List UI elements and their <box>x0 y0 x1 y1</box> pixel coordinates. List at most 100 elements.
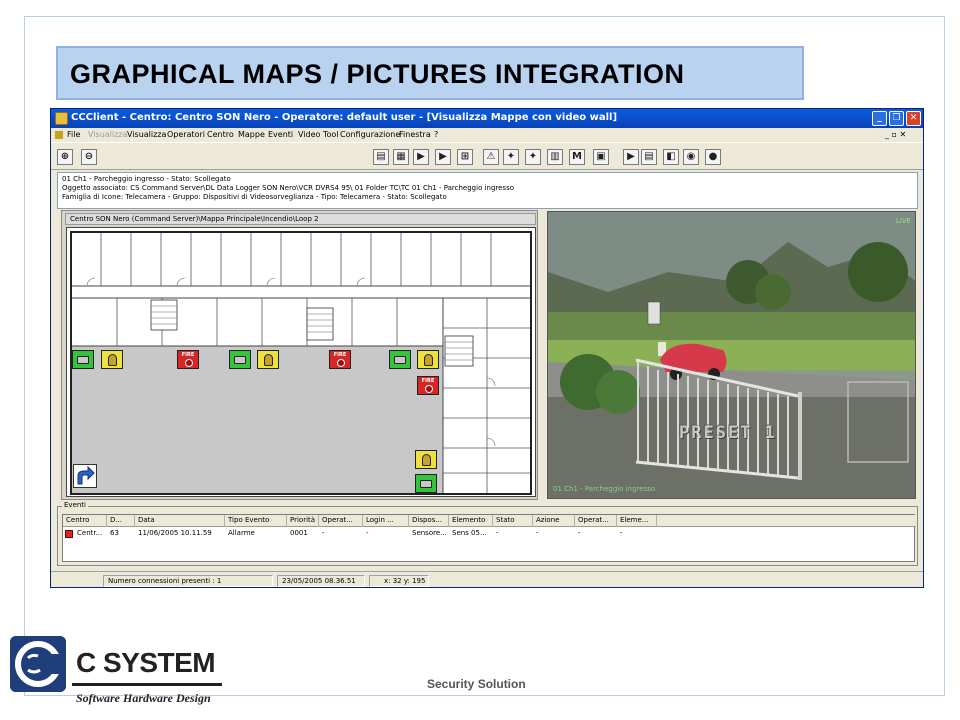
menu-mappe[interactable]: Mappe <box>238 130 265 139</box>
window-title: CCClient - Centro: Centro SON Nero - Ope… <box>71 112 618 123</box>
map-breadcrumb: Centro SON Nero (Command Server)\Mappa P… <box>65 213 536 225</box>
fire-label: FIRE <box>421 378 435 384</box>
document-icon[interactable]: ▤ <box>373 149 389 165</box>
table-row[interactable]: Centr... 63 11/06/2005 10.11.59 Allarme 0001… <box>63 528 916 540</box>
menu-bar: File Visualizza Visualizza Operatori Cen… <box>51 128 923 142</box>
table-cell: Centr... <box>77 529 103 537</box>
ma-icon[interactable]: M <box>569 149 585 165</box>
palette-icon[interactable]: ◧ <box>663 149 679 165</box>
camera-sensor[interactable] <box>229 350 251 369</box>
camera-icon <box>77 356 89 364</box>
zoom-out-icon[interactable]: ⊖ <box>81 149 97 165</box>
brand-name: C SYSTEM <box>76 647 216 678</box>
close-button[interactable]: ✕ <box>906 111 921 126</box>
floor-plan-map[interactable]: FIRE FIRE FIRE <box>66 227 536 497</box>
fire-icon <box>425 385 433 393</box>
bell-sensor[interactable] <box>257 350 279 369</box>
c-system-logo-icon <box>10 636 66 692</box>
column-header[interactable]: Stato <box>493 515 533 527</box>
column-header[interactable]: Elemento <box>449 515 493 527</box>
column-header[interactable]: Data <box>135 515 225 527</box>
events-legend: Eventi <box>62 501 88 509</box>
fire-label: FIRE <box>333 352 347 358</box>
menu-help[interactable]: ? <box>434 130 438 139</box>
camera-group-2-icon[interactable]: ▶ <box>435 149 451 165</box>
bell-sensor[interactable] <box>101 350 123 369</box>
menu-file[interactable]: File <box>67 130 80 139</box>
events-table-header: Centro D... Data Tipo Evento Priorità Operat.… <box>63 515 916 527</box>
events-panel: Eventi Centro D... Data Tipo Evento Priorità… <box>57 501 918 566</box>
document-icon <box>55 131 63 139</box>
menu-operatori[interactable]: Operatori <box>167 130 205 139</box>
menu-centro[interactable]: Centro <box>207 130 234 139</box>
bell-icon <box>424 354 433 366</box>
app-icon <box>55 112 68 125</box>
menu-video-tool[interactable]: Video Tool <box>298 130 339 139</box>
camera-sensor[interactable] <box>389 350 411 369</box>
window-titlebar[interactable]: CCClient - Centro: Centro SON Nero - Ope… <box>51 109 923 128</box>
camera-sensor[interactable] <box>415 474 437 493</box>
info-line: Famiglia di Icone: Telecamera - Gruppo: … <box>62 193 447 201</box>
toolbar: ⊕ ⊖ ▤ ▦ ▶ ▶ ⊞ ⚠ ✦ ✦ ▥ M ▣ ▶ ▤ ◧ ◉ ● <box>51 142 923 170</box>
record-icon[interactable]: ◉ <box>683 149 699 165</box>
map-panel: Centro SON Nero (Command Server)\Mappa P… <box>61 210 538 500</box>
menu-finestra[interactable]: Finestra <box>399 130 431 139</box>
grid-icon[interactable]: ⊞ <box>457 149 473 165</box>
table-cell: Allarme <box>228 529 255 537</box>
camera-alarm-2-icon[interactable]: ✦ <box>525 149 541 165</box>
table-cell: Sens 05... <box>452 529 487 537</box>
menu-visualizza[interactable]: Visualizza <box>127 130 166 139</box>
column-header[interactable]: Priorità <box>287 515 319 527</box>
camera-group-icon[interactable]: ▶ <box>413 149 429 165</box>
menu-configurazione[interactable]: Configurazione <box>340 130 400 139</box>
fire-sensor[interactable]: FIRE <box>417 376 439 395</box>
bell-sensor[interactable] <box>417 350 439 369</box>
brand-tagline: Software Hardware Design <box>76 691 211 705</box>
column-header[interactable]: Operat... <box>575 515 617 527</box>
column-header[interactable]: D... <box>107 515 135 527</box>
info-panel: 01 Ch1 - Parcheggio ingresso - Stato: Sc… <box>57 172 918 209</box>
info-line: Oggetto associato: CS Command Server\DL … <box>62 184 515 192</box>
video-preview[interactable]: LIVE PRESET 1 01 Ch1 - Parcheggio ingres… <box>547 211 916 499</box>
report-icon[interactable]: ▥ <box>547 149 563 165</box>
fire-sensor[interactable]: FIRE <box>177 350 199 369</box>
events-table: Centro D... Data Tipo Evento Priorità Operat.… <box>62 514 916 562</box>
sphere-icon[interactable]: ● <box>705 149 721 165</box>
column-header[interactable]: Dispos... <box>409 515 449 527</box>
table-cell: - <box>366 529 369 537</box>
bell-icon <box>108 354 117 366</box>
zoom-in-icon[interactable]: ⊕ <box>57 149 73 165</box>
brand-rule <box>72 683 222 686</box>
column-header[interactable]: Azione <box>533 515 575 527</box>
column-header[interactable]: Operat... <box>319 515 363 527</box>
bell-sensor[interactable] <box>415 450 437 469</box>
column-header[interactable]: Login ... <box>363 515 409 527</box>
map-back-button[interactable] <box>73 464 97 488</box>
monitor-icon[interactable]: ▣ <box>593 149 609 165</box>
camera-image <box>548 212 915 498</box>
camera-sensor[interactable] <box>72 350 94 369</box>
table-cell: - <box>496 529 499 537</box>
camera-icon <box>394 356 406 364</box>
status-connections: Numero connessioni presenti : 1 <box>103 575 273 587</box>
footer-text: Security Solution <box>427 677 526 691</box>
play-icon[interactable]: ▶ <box>623 149 639 165</box>
column-header[interactable]: Eleme... <box>617 515 657 527</box>
fire-sensor[interactable]: FIRE <box>329 350 351 369</box>
mdi-controls[interactable]: _ ▫ ✕ <box>885 130 906 139</box>
video-caption: 01 Ch1 - Parcheggio ingresso <box>553 485 656 493</box>
live-indicator: LIVE <box>895 217 911 225</box>
minimize-button[interactable]: _ <box>872 111 887 126</box>
fire-icon <box>185 359 193 367</box>
menu-eventi[interactable]: Eventi <box>268 130 293 139</box>
column-header[interactable]: Tipo Evento <box>225 515 287 527</box>
floor-plan <box>67 228 535 496</box>
column-header[interactable]: Centro <box>63 515 107 527</box>
alarm-icon[interactable]: ⚠ <box>483 149 499 165</box>
map-view-icon[interactable]: ▦ <box>393 149 409 165</box>
camera-alarm-icon[interactable]: ✦ <box>503 149 519 165</box>
redo-arrow-icon <box>77 465 95 485</box>
restore-button[interactable]: ❐ <box>889 111 904 126</box>
film-icon[interactable]: ▤ <box>641 149 657 165</box>
table-cell: 11/06/2005 10.11.59 <box>138 529 212 537</box>
